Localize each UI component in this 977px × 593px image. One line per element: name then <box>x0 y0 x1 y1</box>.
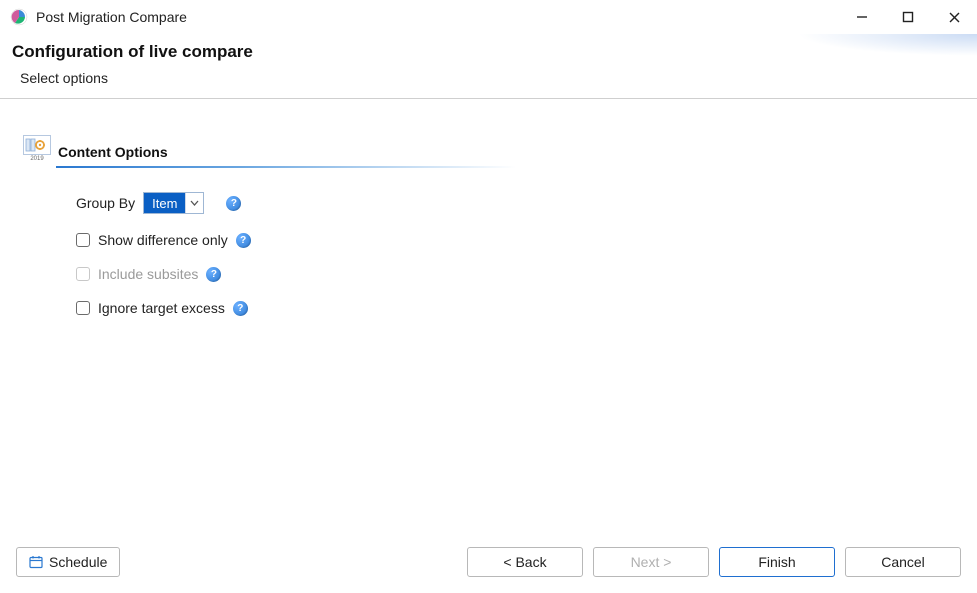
options-list: Group By Item ? Show difference only ? I… <box>76 192 496 316</box>
cancel-button[interactable]: Cancel <box>845 547 961 577</box>
include-subsites-row: Include subsites ? <box>76 266 496 282</box>
ignore-target-row: Ignore target excess ? <box>76 300 496 316</box>
next-label: Next > <box>631 554 672 570</box>
content-options-icon <box>23 135 51 155</box>
back-label: < Back <box>503 554 546 570</box>
include-subsites-checkbox <box>76 267 90 281</box>
wizard-header: Configuration of live compare Select opt… <box>0 34 977 99</box>
page-subtitle: Select options <box>20 70 965 86</box>
window-controls <box>839 0 977 34</box>
ignore-target-label: Ignore target excess <box>98 300 225 316</box>
content-area: 2019 Content Options Group By Item ? Sho… <box>0 99 977 497</box>
show-difference-checkbox[interactable] <box>76 233 90 247</box>
group-by-row: Group By Item ? <box>76 192 496 214</box>
back-button[interactable]: < Back <box>467 547 583 577</box>
page-title: Configuration of live compare <box>12 42 965 62</box>
window-title: Post Migration Compare <box>36 9 839 25</box>
group-by-select[interactable]: Item <box>143 192 204 214</box>
app-icon <box>10 8 28 26</box>
schedule-button[interactable]: Schedule <box>16 547 120 577</box>
maximize-button[interactable] <box>885 0 931 34</box>
cancel-label: Cancel <box>881 554 925 570</box>
titlebar: Post Migration Compare <box>0 0 977 34</box>
minimize-button[interactable] <box>839 0 885 34</box>
include-subsites-label: Include subsites <box>98 266 198 282</box>
help-icon[interactable]: ? <box>206 267 221 282</box>
help-icon[interactable]: ? <box>226 196 241 211</box>
group-by-label: Group By <box>76 195 135 211</box>
wizard-footer: Schedule < Back Next > Finish Cancel <box>0 547 977 577</box>
section-icon-wrapper: 2019 <box>22 135 52 162</box>
section-icon-caption: 2019 <box>30 156 43 162</box>
section-title: Content Options <box>58 144 168 162</box>
section-underline <box>56 166 516 168</box>
schedule-icon <box>29 555 43 569</box>
chevron-down-icon <box>185 193 203 213</box>
section-header: 2019 Content Options <box>22 135 977 162</box>
next-button: Next > <box>593 547 709 577</box>
close-button[interactable] <box>931 0 977 34</box>
help-icon[interactable]: ? <box>233 301 248 316</box>
finish-label: Finish <box>758 554 795 570</box>
group-by-value: Item <box>144 193 185 213</box>
show-difference-label: Show difference only <box>98 232 228 248</box>
schedule-label: Schedule <box>49 554 107 570</box>
help-icon[interactable]: ? <box>236 233 251 248</box>
ignore-target-checkbox[interactable] <box>76 301 90 315</box>
finish-button[interactable]: Finish <box>719 547 835 577</box>
show-difference-row: Show difference only ? <box>76 232 496 248</box>
